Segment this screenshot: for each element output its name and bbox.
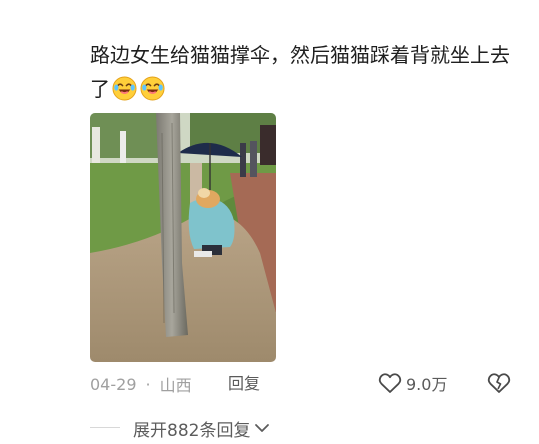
like-count: 9.0万	[406, 375, 448, 394]
comment-photo[interactable]	[90, 113, 276, 362]
comment-meta: 04-29 · 山西	[90, 372, 192, 396]
expand-replies-label: 展开882条回复	[133, 420, 251, 441]
meta-separator: ·	[145, 374, 151, 394]
broken-heart-icon	[487, 373, 511, 393]
dislike-button[interactable]	[487, 371, 511, 395]
expand-replies-button[interactable]: 展开882条回复	[133, 415, 270, 441]
emoji-group	[112, 76, 165, 101]
expand-divider	[90, 427, 120, 428]
heart-outline-icon	[378, 373, 402, 393]
reply-button[interactable]: 回复	[228, 372, 260, 396]
comment-text: 路边女生给猫猫撑伞，然后猫猫踩着背就坐上去了	[90, 38, 510, 106]
laugh-cry-emoji-icon	[140, 76, 165, 101]
chevron-down-icon	[255, 424, 270, 432]
comment-location: 山西	[159, 376, 192, 395]
like-button[interactable]: 9.0万	[378, 370, 447, 396]
laugh-cry-emoji-icon	[112, 76, 137, 101]
comment-date: 04-29	[90, 374, 137, 394]
